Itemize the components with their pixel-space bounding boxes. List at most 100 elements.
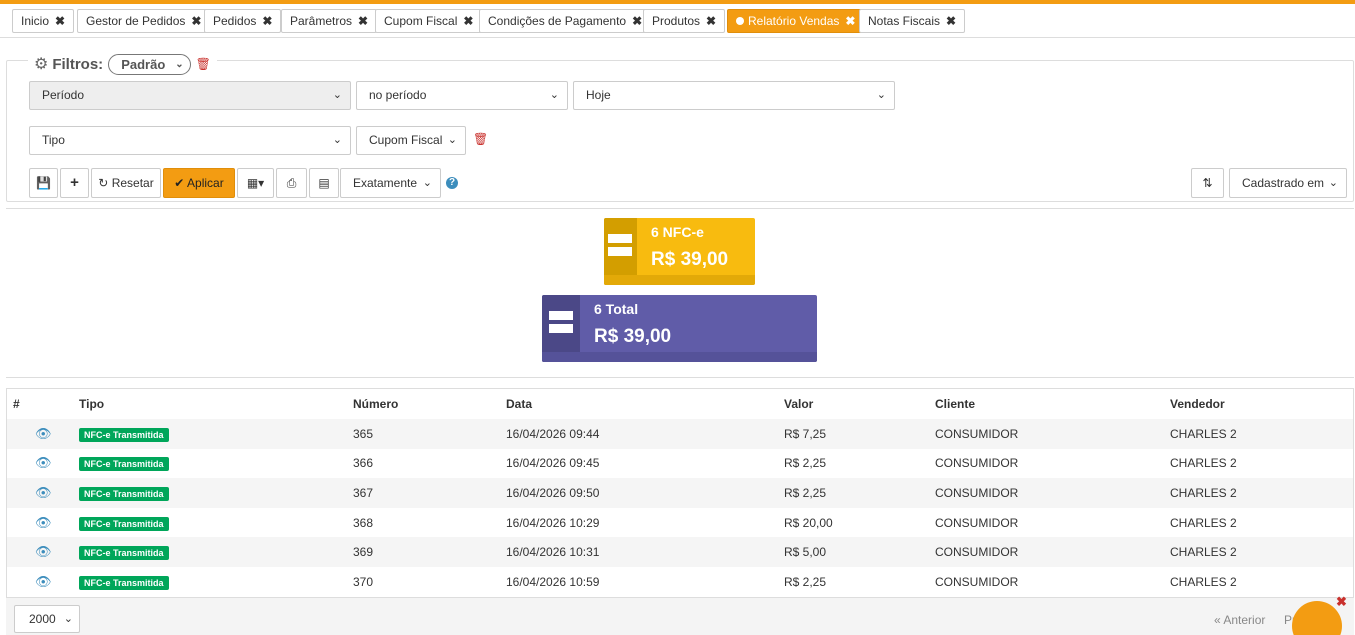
chevron-down-icon: ⌄ [175,58,184,70]
cell-numero: 366 [353,456,374,471]
filter-value-select-2[interactable]: Cupom Fiscal ⌄ [356,126,466,155]
column-header[interactable]: Data [500,389,778,419]
summary-count: 6 Total [594,301,639,317]
tab-produtos[interactable]: Produtos ✖ [643,9,726,33]
export-excel-button[interactable]: ▤ [309,168,339,198]
tab-label: Condições de Pagamento [488,14,627,28]
status-badge: NFC-e Transmitida [79,546,169,561]
cell-vendedor: CHARLES 2 [1170,456,1237,471]
table-row: 👁 NFC-e Transmitida 368 16/04/2026 10:29… [7,508,1353,538]
match-mode-select[interactable]: Exatamente ⌄ [340,168,441,198]
apply-button[interactable]: ✔ Aplicar [163,168,235,198]
tab-label: Relatório Vendas [748,14,840,28]
help-icon[interactable]: ? [446,177,458,189]
tab-relatorio-vendas[interactable]: Relatório Vendas ✖ [727,9,865,33]
close-icon[interactable]: ✖ [463,14,473,28]
cell-numero: 365 [347,419,500,449]
tab-notas-fiscais[interactable]: Notas Fiscais ✖ [859,9,966,33]
bars-icon [549,311,573,337]
reset-button[interactable]: ↻ Resetar [91,168,161,198]
tab-parametros[interactable]: Parâmetros ✖ [281,9,378,33]
table-row: 👁 NFC-e Transmitida 366 16/04/2026 09:45… [7,449,1353,479]
save-button[interactable]: 💾 [29,168,58,198]
cell-cliente: CONSUMIDOR [935,515,1019,530]
close-icon[interactable]: ✖ [191,14,201,28]
tab-label: Notas Fiscais [868,14,941,28]
gear-icon: ⚙ [34,56,49,73]
filter-value-select[interactable]: Hoje ⌄ [573,81,895,110]
filter-field-select-2[interactable]: Tipo ⌄ [29,126,351,155]
table-header-row: # Tipo Número Data Valor Cliente Vendedo… [7,389,1353,419]
summary-amount: R$ 39,00 [651,249,729,270]
eye-icon[interactable]: 👁 [35,515,52,530]
delete-preset-icon[interactable]: 🗑 [196,57,211,71]
status-badge: NFC-e Transmitida [79,457,169,472]
columns-button[interactable]: ▦▾ [237,168,274,198]
table-footer [6,597,1354,635]
cell-vendedor: CHARLES 2 [1164,537,1353,567]
eye-icon[interactable]: 👁 [35,426,52,441]
delete-filter-icon[interactable]: 🗑 [473,132,488,146]
column-header[interactable]: # [7,389,73,419]
close-icon[interactable]: ✖ [55,14,65,28]
sort-by-select[interactable]: Cadastrado em ⌄ [1229,168,1347,198]
column-header[interactable]: Tipo [73,389,347,419]
tab-inicio[interactable]: Inicio ✖ [12,9,75,33]
close-icon[interactable]: ✖ [946,14,956,28]
chevron-down-icon: ⌄ [876,89,886,101]
summary-footer [604,275,755,285]
close-chat-icon[interactable]: ✖ [1336,594,1347,610]
divider [6,208,1354,209]
tab-bar: Inicio ✖ Gestor de Pedidos ✖ Pedidos ✖ Parâ… [0,4,1355,38]
chevron-down-icon: ⌄ [447,134,457,146]
tab-cupom-fiscal[interactable]: Cupom Fiscal ✖ [375,9,483,33]
cell-vendedor: CHARLES 2 [1170,574,1237,589]
print-icon: ⎙ [286,176,297,190]
column-header[interactable]: Cliente [929,389,1164,419]
status-badge: NFC-e Transmitida [79,575,169,590]
filter-field-select[interactable]: Período ⌄ [29,81,351,110]
cell-numero: 368 [353,515,374,530]
cell-valor: R$ 2,25 [784,574,827,589]
filter-preset-select[interactable]: Padrão ⌄ [108,53,191,75]
filter-operator-select[interactable]: no período ⌄ [356,81,568,110]
select-value: Exatamente [353,176,418,190]
column-header[interactable]: Vendedor [1164,389,1353,419]
close-icon[interactable]: ✖ [358,14,368,28]
close-icon[interactable]: ✖ [706,14,716,28]
page-size-select[interactable]: 2000 ⌄ [14,605,80,633]
select-value: Período [42,88,85,102]
column-header[interactable]: Número [347,389,500,419]
select-value: Cupom Fiscal [369,133,443,147]
print-button[interactable]: ⎙ [276,168,307,198]
active-dot-icon [736,17,744,25]
eye-icon[interactable]: 👁 [35,485,52,500]
sort-icon: ⇅ [1202,176,1213,190]
eye-icon[interactable]: 👁 [35,574,52,589]
reset-label: Resetar [111,176,154,190]
cell-data: 16/04/2026 09:50 [500,478,778,508]
table-row: 👁 NFC-e Transmitida 367 16/04/2026 09:50… [7,478,1353,508]
table-row: 👁 NFC-e Transmitida 370 16/04/2026 10:59… [7,567,1353,597]
excel-icon: ▤ [318,176,330,190]
sort-direction-button[interactable]: ⇅ [1191,168,1224,198]
cell-cliente: CONSUMIDOR [929,537,1164,567]
tab-label: Cupom Fiscal [384,14,458,28]
add-filter-button[interactable]: + [60,168,89,198]
close-icon[interactable]: ✖ [262,14,272,28]
tab-condicoes-de-pagamento[interactable]: Condições de Pagamento ✖ [479,9,652,33]
close-icon[interactable]: ✖ [632,14,642,28]
cell-data: 16/04/2026 09:45 [506,456,600,471]
table-row: 👁 NFC-e Transmitida 365 16/04/2026 09:44… [7,419,1353,449]
column-header[interactable]: Valor [778,389,929,419]
previous-page-link[interactable]: « Anterior [1214,613,1265,627]
table-icon: ▦▾ [246,176,265,190]
cell-valor: R$ 7,25 [778,419,929,449]
tab-gestor-de-pedidos[interactable]: Gestor de Pedidos ✖ [77,9,211,33]
tab-pedidos[interactable]: Pedidos ✖ [204,9,282,33]
select-value: 2000 [29,612,56,626]
close-icon[interactable]: ✖ [845,14,855,28]
eye-icon[interactable]: 👁 [35,455,52,470]
tab-label: Inicio [21,14,50,28]
eye-icon[interactable]: 👁 [35,544,52,559]
